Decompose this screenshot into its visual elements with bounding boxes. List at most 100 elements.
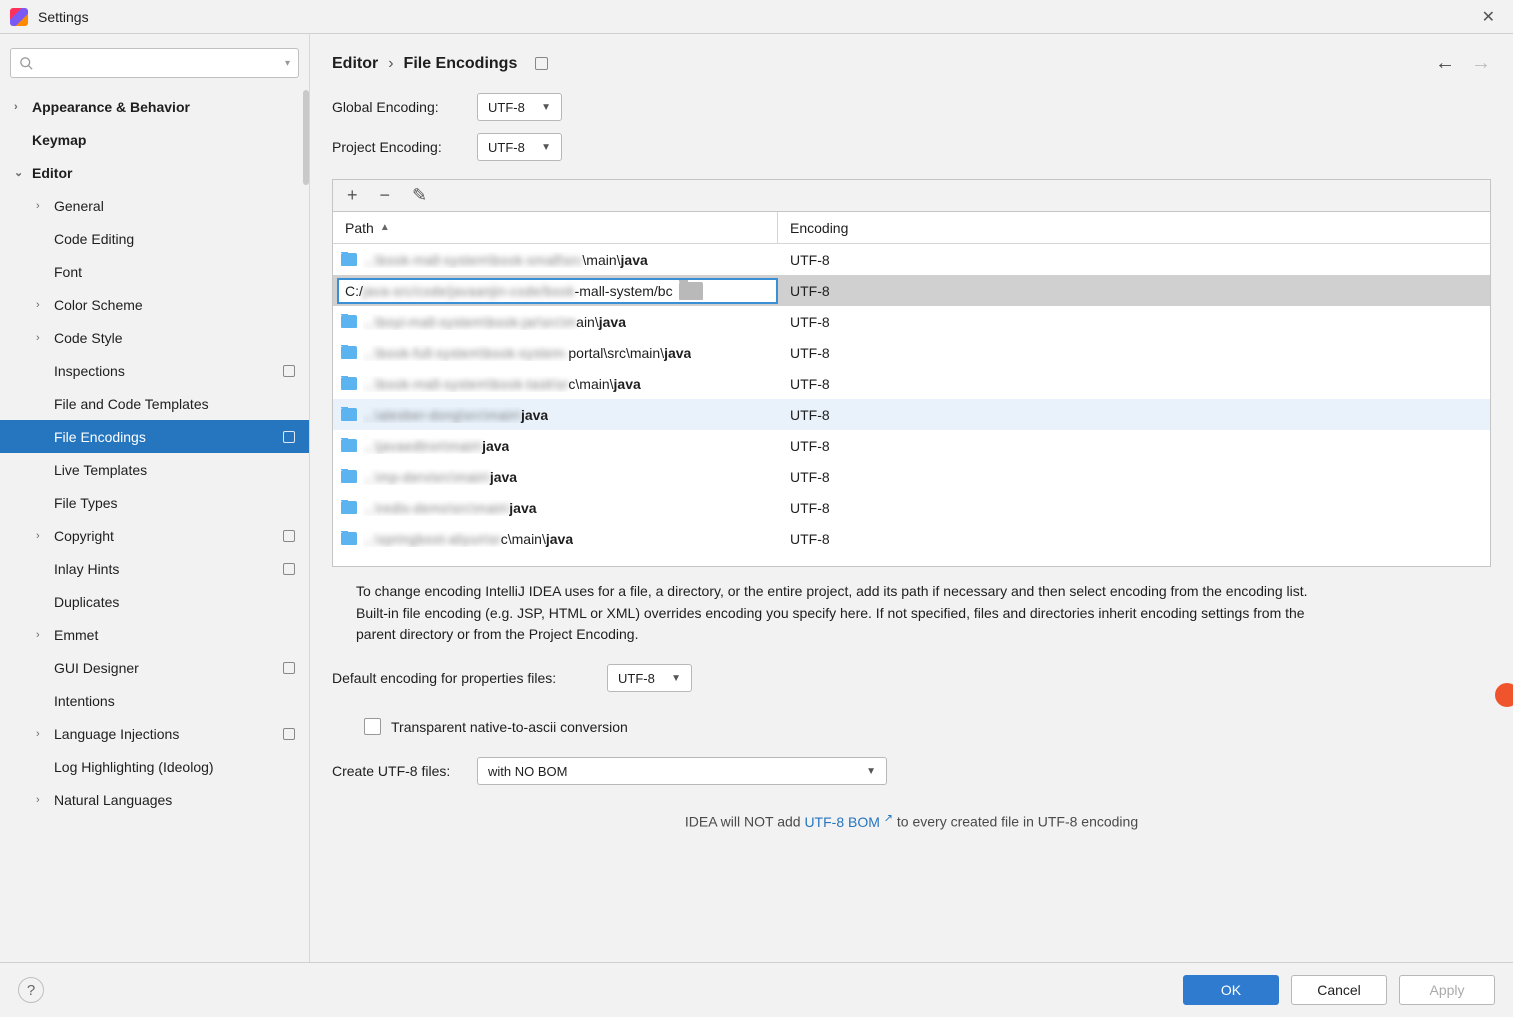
- folder-icon: [341, 377, 357, 390]
- window-title: Settings: [38, 9, 1474, 25]
- search-field[interactable]: [40, 56, 285, 71]
- path-input[interactable]: C:/java-src/code/javaanjin-code/book-mal…: [337, 278, 778, 304]
- scrollbar-thumb[interactable]: [303, 90, 309, 185]
- sidebar-item-inspections[interactable]: ›Inspections: [0, 354, 309, 387]
- sidebar-item-label: Log Highlighting (Ideolog): [54, 759, 214, 775]
- sidebar-item-label: Natural Languages: [54, 792, 172, 808]
- sidebar-item-file-types[interactable]: ›File Types: [0, 486, 309, 519]
- sidebar-item-file-encodings[interactable]: ›File Encodings: [0, 420, 309, 453]
- sidebar-item-label: File Encodings: [54, 429, 146, 445]
- table-row[interactable]: ...\javaedtron\main\java UTF-8: [333, 430, 1490, 461]
- sidebar-item-label: Copyright: [54, 528, 114, 544]
- sidebar-item-live-templates[interactable]: ›Live Templates: [0, 453, 309, 486]
- settings-tree[interactable]: ›Appearance & Behavior›Keymap⌄Editor›Gen…: [0, 90, 309, 962]
- transparent-checkbox-label[interactable]: Transparent native-to-ascii conversion: [391, 719, 628, 735]
- sidebar-item-intentions[interactable]: ›Intentions: [0, 684, 309, 717]
- sidebar-item-general[interactable]: ›General: [0, 189, 309, 222]
- cancel-button[interactable]: Cancel: [1291, 975, 1387, 1005]
- scope-badge-icon: [283, 530, 295, 542]
- sidebar-item-language-injections[interactable]: ›Language Injections: [0, 717, 309, 750]
- create-utf8-combo[interactable]: with NO BOM ▼: [477, 757, 887, 785]
- scope-badge-icon: [283, 662, 295, 674]
- search-input[interactable]: ▾: [10, 48, 299, 78]
- transparent-checkbox[interactable]: [364, 718, 381, 735]
- browse-folder-icon[interactable]: [679, 282, 703, 300]
- sidebar-item-font[interactable]: ›Font: [0, 255, 309, 288]
- breadcrumb-parent[interactable]: Editor: [332, 55, 378, 73]
- sidebar-item-emmet[interactable]: ›Emmet: [0, 618, 309, 651]
- edit-icon[interactable]: ✎: [412, 185, 427, 206]
- chevron-down-icon: ⌄: [14, 166, 32, 179]
- scope-badge-icon: [535, 57, 548, 70]
- encoding-cell[interactable]: UTF-8: [778, 345, 1490, 361]
- back-icon[interactable]: ←: [1435, 52, 1455, 75]
- encoding-cell[interactable]: UTF-8: [778, 531, 1490, 547]
- table-row[interactable]: ...\boyi-mall-system\book-jar\src\main\j…: [333, 306, 1490, 337]
- table-row[interactable]: ...\mp-dervisrc\main\javaUTF-8: [333, 461, 1490, 492]
- encoding-cell[interactable]: UTF-8: [778, 438, 1490, 454]
- sidebar-item-label: Inspections: [54, 363, 125, 379]
- chevron-down-icon: ▼: [541, 142, 551, 153]
- sidebar-item-log-highlighting-ideolog-[interactable]: ›Log Highlighting (Ideolog): [0, 750, 309, 783]
- sidebar-item-gui-designer[interactable]: ›GUI Designer: [0, 651, 309, 684]
- encoding-cell[interactable]: UTF-8: [778, 407, 1490, 423]
- sidebar-item-copyright[interactable]: ›Copyright: [0, 519, 309, 552]
- help-button[interactable]: ?: [18, 977, 44, 1003]
- properties-encoding-combo[interactable]: UTF-8 ▼: [607, 664, 692, 692]
- table-row[interactable]: C:/java-src/code/javaanjin-code/book-mal…: [333, 275, 1490, 306]
- table-row[interactable]: ...\alesber-dong\src\main\javaUTF-8: [333, 399, 1490, 430]
- chevron-right-icon: ›: [36, 299, 54, 311]
- path-text: ...\book-mall-system\book-task\src\main\…: [363, 376, 641, 392]
- table-row[interactable]: ...\book-mall-system\book-small\src\main…: [333, 244, 1490, 275]
- column-path[interactable]: Path ▲: [333, 212, 778, 243]
- remove-icon[interactable]: −: [380, 185, 391, 206]
- ok-button[interactable]: OK: [1183, 975, 1279, 1005]
- encoding-cell[interactable]: UTF-8: [778, 252, 1490, 268]
- sidebar-item-code-style[interactable]: ›Code Style: [0, 321, 309, 354]
- sidebar-item-inlay-hints[interactable]: ›Inlay Hints: [0, 552, 309, 585]
- sidebar-item-label: Inlay Hints: [54, 561, 119, 577]
- external-link-icon: ↗: [884, 812, 893, 824]
- table-row[interactable]: ...\redis-demo\src\main\javaUTF-8: [333, 492, 1490, 523]
- encoding-cell[interactable]: UTF-8: [778, 500, 1490, 516]
- sidebar-item-editor[interactable]: ⌄Editor: [0, 156, 309, 189]
- sidebar-item-label: General: [54, 198, 104, 214]
- table-row[interactable]: ...\book-full-system\book-system-portal\…: [333, 337, 1490, 368]
- folder-icon: [341, 470, 357, 483]
- sidebar-item-code-editing[interactable]: ›Code Editing: [0, 222, 309, 255]
- add-icon[interactable]: +: [347, 185, 358, 206]
- encoding-cell[interactable]: UTF-8: [778, 314, 1490, 330]
- forward-icon: →: [1471, 52, 1491, 75]
- encoding-cell[interactable]: UTF-8: [778, 376, 1490, 392]
- chevron-down-icon: ▼: [866, 766, 876, 777]
- encoding-cell[interactable]: UTF-8: [778, 469, 1490, 485]
- chevron-down-icon: ▼: [541, 102, 551, 113]
- table-row[interactable]: ...\book-mall-system\book-task\src\main\…: [333, 368, 1490, 399]
- table-toolbar: + − ✎: [333, 180, 1490, 212]
- corner-badge-icon: [1495, 683, 1513, 707]
- chevron-down-icon: ▾: [285, 58, 290, 69]
- table-row[interactable]: ...\springboot-aliyun\src\main\javaUTF-8: [333, 523, 1490, 554]
- sidebar-item-natural-languages[interactable]: ›Natural Languages: [0, 783, 309, 816]
- sidebar-item-duplicates[interactable]: ›Duplicates: [0, 585, 309, 618]
- close-icon[interactable]: ✕: [1474, 3, 1503, 31]
- sidebar-item-label: Intentions: [54, 693, 115, 709]
- sidebar-item-keymap[interactable]: ›Keymap: [0, 123, 309, 156]
- app-icon: [10, 8, 28, 26]
- scope-badge-icon: [283, 563, 295, 575]
- table-body[interactable]: ...\book-mall-system\book-small\src\main…: [333, 244, 1490, 566]
- column-encoding[interactable]: Encoding: [778, 220, 1490, 236]
- sidebar-item-color-scheme[interactable]: ›Color Scheme: [0, 288, 309, 321]
- sidebar-item-file-and-code-templates[interactable]: ›File and Code Templates: [0, 387, 309, 420]
- sidebar-item-label: Live Templates: [54, 462, 147, 478]
- folder-icon: [341, 346, 357, 359]
- global-encoding-combo[interactable]: UTF-8 ▼: [477, 93, 562, 121]
- chevron-right-icon: ›: [36, 794, 54, 806]
- encoding-cell[interactable]: UTF-8: [778, 283, 1490, 299]
- create-utf8-label: Create UTF-8 files:: [332, 763, 477, 779]
- utf8-bom-link[interactable]: UTF-8 BOM ↗: [804, 814, 893, 830]
- titlebar: Settings ✕: [0, 0, 1513, 34]
- path-text: ...\javaedtron\main\java: [363, 438, 509, 454]
- project-encoding-combo[interactable]: UTF-8 ▼: [477, 133, 562, 161]
- sidebar-item-appearance-behavior[interactable]: ›Appearance & Behavior: [0, 90, 309, 123]
